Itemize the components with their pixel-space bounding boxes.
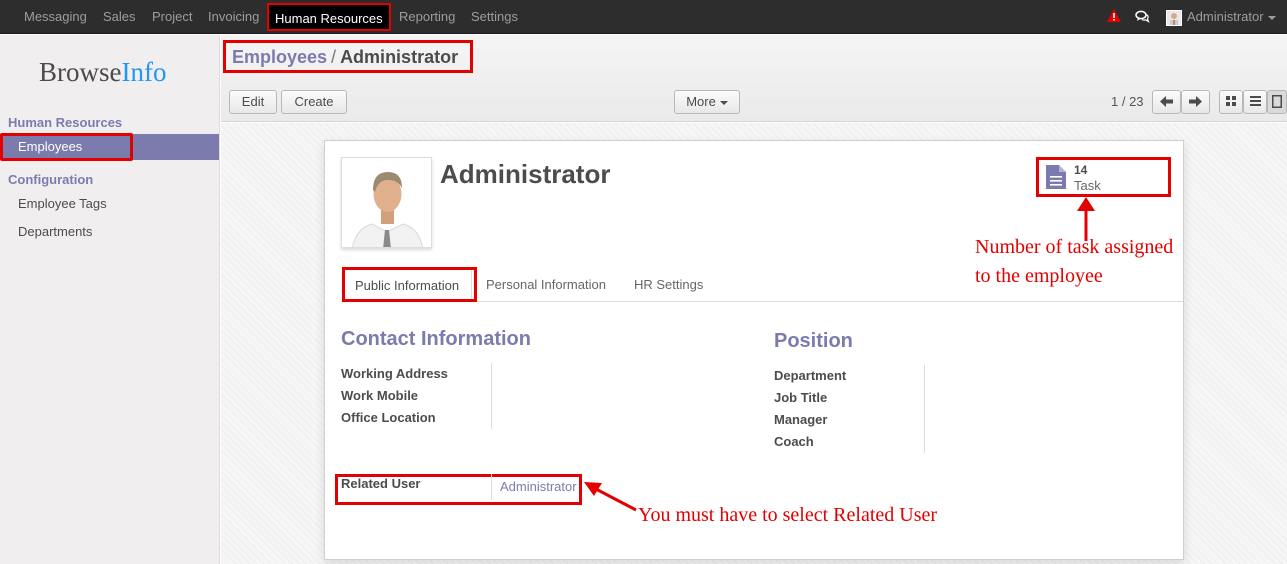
breadcrumb-current: Administrator bbox=[340, 47, 459, 67]
kanban-icon bbox=[1226, 96, 1236, 106]
more-button[interactable]: More bbox=[674, 90, 740, 114]
annotation-arrow-left-icon bbox=[584, 482, 637, 512]
caret-down-icon bbox=[719, 100, 728, 105]
breadcrumb-employees-link[interactable]: Employees bbox=[232, 47, 327, 67]
main-content: Administrator 14 Task Number of task ass… bbox=[221, 123, 1287, 564]
menu-invoicing[interactable]: Invoicing bbox=[208, 9, 259, 24]
annotation-task-line-2: to the employee bbox=[975, 265, 1103, 287]
form-icon bbox=[1272, 95, 1282, 108]
field-manager: Manager bbox=[774, 412, 828, 427]
tab-public-information[interactable]: Public Information bbox=[342, 267, 477, 302]
document-icon bbox=[1046, 165, 1066, 189]
employee-portrait-image bbox=[342, 158, 431, 247]
highlight-box bbox=[342, 267, 477, 302]
employee-photo[interactable] bbox=[341, 157, 432, 248]
user-menu[interactable]: Administrator bbox=[1187, 9, 1276, 24]
task-smart-button[interactable]: 14 Task bbox=[1036, 157, 1171, 197]
sidebar-section-configuration: Configuration bbox=[8, 172, 94, 187]
edit-button[interactable]: Edit bbox=[229, 90, 277, 114]
arrow-right-icon bbox=[1189, 96, 1202, 107]
form-view-button[interactable] bbox=[1267, 90, 1287, 114]
task-count: 14 bbox=[1074, 163, 1088, 177]
field-related-user: Related User bbox=[341, 476, 421, 491]
more-button-label: More bbox=[686, 94, 716, 109]
breadcrumb-separator: / bbox=[331, 47, 337, 67]
browseinfo-logo: BrowseInfo bbox=[39, 57, 167, 87]
top-navbar: Messaging Sales Project Invoicing Human … bbox=[0, 0, 1287, 34]
field-work-mobile: Work Mobile bbox=[341, 388, 419, 403]
section-position: Position bbox=[774, 330, 853, 352]
create-button[interactable]: Create bbox=[281, 90, 347, 114]
menu-reporting[interactable]: Reporting bbox=[399, 9, 455, 24]
field-working-address: Working Address bbox=[341, 366, 448, 381]
list-icon bbox=[1249, 96, 1261, 106]
annotation-arrow-up-icon bbox=[1077, 197, 1095, 241]
highlight-box bbox=[0, 133, 133, 161]
sidebar-section-human-resources: Human Resources bbox=[8, 115, 123, 130]
field-office-location: Office Location bbox=[341, 410, 436, 425]
field-job-title: Job Title bbox=[774, 390, 828, 405]
field-divider bbox=[924, 365, 925, 453]
sidebar-item-employees[interactable]: Employees bbox=[0, 133, 219, 161]
list-view-button[interactable] bbox=[1243, 90, 1267, 114]
pager-previous-button[interactable] bbox=[1152, 90, 1181, 114]
sidebar-item-departments[interactable]: Departments bbox=[0, 219, 219, 245]
user-name: Administrator bbox=[1187, 9, 1264, 24]
menu-settings[interactable]: Settings bbox=[471, 9, 518, 24]
menu-sales[interactable]: Sales bbox=[103, 9, 136, 24]
field-department: Department bbox=[774, 368, 847, 383]
kanban-view-button[interactable] bbox=[1219, 90, 1243, 114]
tab-hr-settings[interactable]: HR Settings bbox=[622, 267, 715, 302]
pager-next-button[interactable] bbox=[1181, 90, 1210, 114]
user-avatar[interactable] bbox=[1166, 10, 1182, 26]
sidebar: BrowseInfo Human Resources Employees Con… bbox=[0, 35, 220, 564]
section-contact-information: Contact Information bbox=[341, 328, 531, 350]
annotation-related-user: You must have to select Related User bbox=[638, 504, 938, 526]
menu-messaging[interactable]: Messaging bbox=[24, 9, 87, 24]
warning-icon[interactable] bbox=[1107, 9, 1121, 23]
sidebar-item-employee-tags[interactable]: Employee Tags bbox=[0, 191, 219, 217]
control-panel: Employees / Administrator Edit Create More… bbox=[221, 35, 1287, 122]
caret-down-icon bbox=[1267, 15, 1276, 20]
chat-icon[interactable] bbox=[1135, 10, 1150, 23]
related-user-value[interactable]: Administrator bbox=[500, 479, 577, 494]
task-label: Task bbox=[1074, 178, 1101, 193]
annotation-task-line-1: Number of task assigned bbox=[975, 236, 1174, 258]
breadcrumb: Employees / Administrator bbox=[223, 40, 473, 73]
arrow-left-icon bbox=[1160, 96, 1173, 107]
menu-human-resources[interactable]: Human Resources bbox=[267, 3, 391, 31]
tab-personal-information[interactable]: Personal Information bbox=[474, 267, 618, 302]
pager-value[interactable]: 1 / 23 bbox=[1111, 94, 1144, 109]
employee-name: Administrator bbox=[440, 159, 611, 189]
field-coach: Coach bbox=[774, 434, 814, 449]
menu-project[interactable]: Project bbox=[152, 9, 192, 24]
employee-form-sheet: Administrator 14 Task Number of task ass… bbox=[324, 140, 1184, 560]
field-divider bbox=[491, 363, 492, 429]
field-divider bbox=[491, 474, 492, 500]
